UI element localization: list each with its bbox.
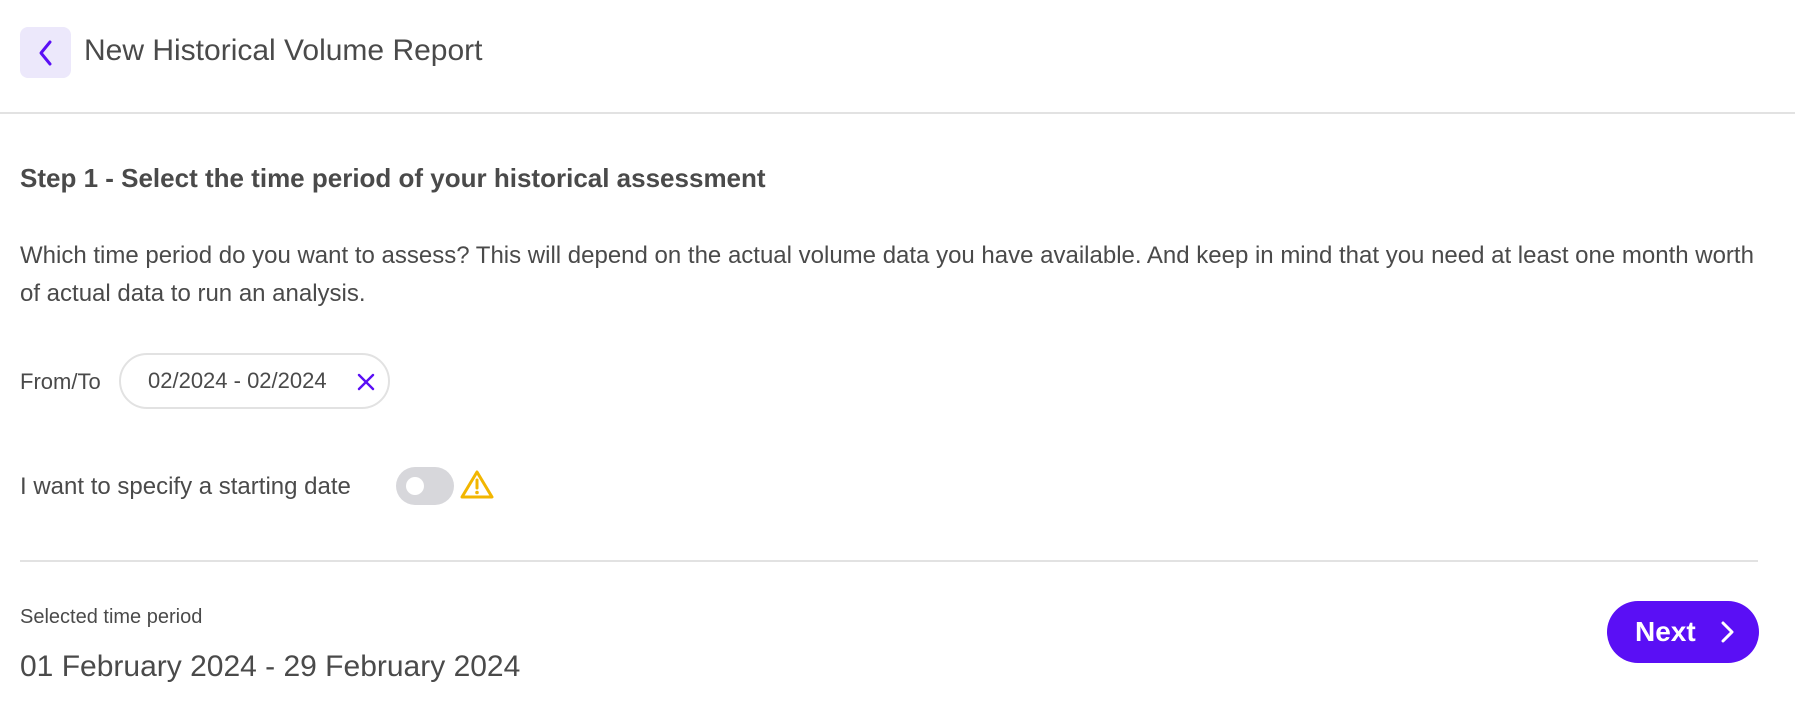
close-icon xyxy=(357,373,375,391)
date-range-label: From/To xyxy=(20,369,101,394)
step-title: Step 1 - Select the time period of your … xyxy=(20,163,766,193)
selected-period-label: Selected time period xyxy=(20,606,203,628)
selected-period-value: 01 February 2024 - 29 February 2024 xyxy=(20,650,521,683)
starting-date-toggle[interactable] xyxy=(396,467,454,505)
section-divider xyxy=(20,560,1758,562)
warning-icon xyxy=(460,470,494,499)
page-title: New Historical Volume Report xyxy=(84,34,483,67)
chevron-left-icon xyxy=(39,40,51,65)
starting-date-label: I want to specify a starting date xyxy=(20,473,351,500)
next-button[interactable]: Next xyxy=(1607,601,1759,663)
date-range-value: 02/2024 - 02/2024 xyxy=(148,368,327,393)
step-description: Which time period do you want to assess?… xyxy=(20,242,1754,307)
next-button-label: Next xyxy=(1635,616,1696,647)
chevron-right-icon xyxy=(1721,621,1734,643)
toggle-knob xyxy=(406,477,424,495)
page-header: New Historical Volume Report xyxy=(0,0,1795,114)
date-range-picker[interactable]: 02/2024 - 02/2024 xyxy=(119,353,390,409)
back-button[interactable] xyxy=(20,27,71,78)
clear-date-range-button[interactable] xyxy=(354,370,378,394)
